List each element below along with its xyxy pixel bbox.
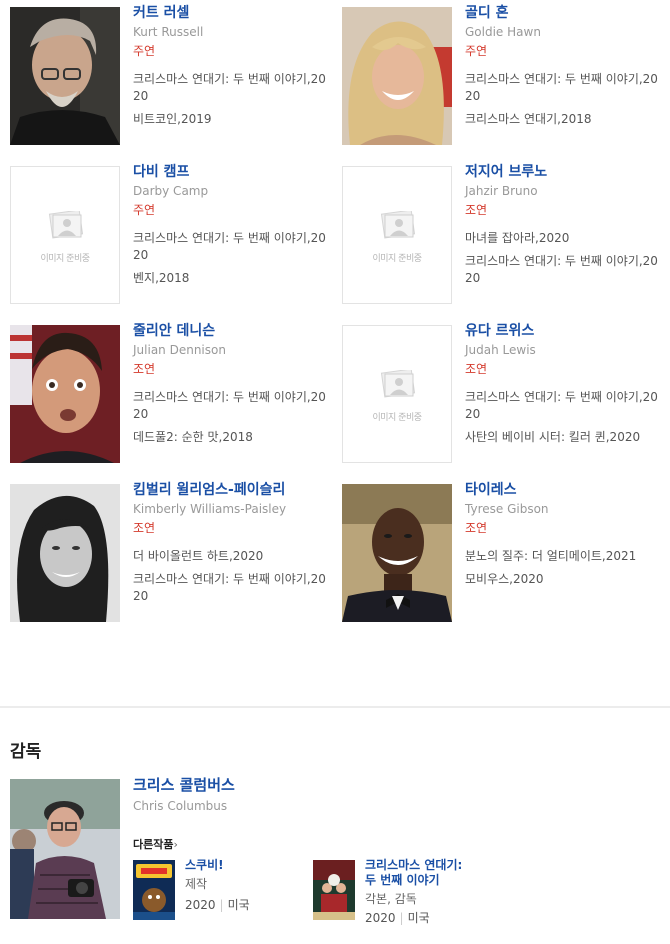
placeholder-text: 이미지 준비중: [372, 413, 422, 423]
actor-photo[interactable]: [342, 7, 452, 145]
separator: |: [399, 911, 404, 925]
section-divider: [0, 706, 670, 708]
film-country: 미국: [227, 898, 250, 912]
image-placeholder-icon: [380, 211, 416, 239]
actor-name[interactable]: 저지어 브루노: [465, 163, 660, 181]
film-poster[interactable]: [133, 860, 175, 920]
director-name[interactable]: 크리스 콜럼버스: [133, 776, 663, 794]
actor-name-english: Goldie Hawn: [465, 25, 541, 39]
actor-name-english: Tyrese Gibson: [465, 502, 549, 516]
actor-name[interactable]: 커트 러셀: [133, 4, 328, 22]
actor-role: 주연: [465, 44, 488, 58]
actor-photo[interactable]: [10, 484, 120, 622]
filmography-item[interactable]: 크리스마스 연대기: 두 번째 이야기,2020: [133, 230, 328, 264]
cast-card[interactable]: 줄리안 데니슨 Julian Dennison 조연 크리스마스 연대기: 두 …: [0, 318, 330, 463]
filmography-item[interactable]: 모비우스,2020: [465, 571, 660, 588]
cast-card[interactable]: 커트 러셀 Kurt Russell 주연 크리스마스 연대기: 두 번째 이야…: [0, 0, 330, 145]
actor-photo[interactable]: [342, 484, 452, 622]
cast-card[interactable]: 골디 혼 Goldie Hawn 주연 크리스마스 연대기: 두 번째 이야기,…: [332, 0, 662, 145]
actor-photo-placeholder[interactable]: 이미지 준비중: [342, 166, 452, 304]
actor-role: 주연: [133, 203, 156, 217]
filmography-item[interactable]: 크리스마스 연대기: 두 번째 이야기,2020: [465, 389, 660, 423]
film-role: 각본, 감독: [365, 892, 417, 906]
film-country: 미국: [407, 911, 430, 925]
more-works-label: 다른작품: [133, 838, 174, 851]
section-title: 감독: [10, 742, 42, 762]
cast-card[interactable]: 이미지 준비중 다비 캠프 Darby Camp 주연 크리스마스 연대기: 두…: [0, 159, 330, 304]
actor-photo[interactable]: [10, 7, 120, 145]
image-placeholder-icon: [48, 211, 84, 239]
film-title[interactable]: 크리스마스 연대기: 두 번째 이야기: [365, 858, 475, 888]
director-name-english: Chris Columbus: [133, 799, 228, 813]
actor-name[interactable]: 유다 르위스: [465, 322, 660, 340]
chevron-right-icon: ›: [173, 838, 178, 851]
actor-role: 조연: [465, 521, 488, 535]
actor-role: 주연: [133, 44, 156, 58]
actor-name[interactable]: 킴벌리 윌리엄스-페이슬리: [133, 481, 328, 499]
filmography-item[interactable]: 벤지,2018: [133, 270, 328, 287]
actor-name[interactable]: 줄리안 데니슨: [133, 322, 328, 340]
filmography-item[interactable]: 데드풀2: 순한 맛,2018: [133, 429, 328, 446]
actor-name[interactable]: 타이레스: [465, 481, 660, 499]
actor-name-english: Darby Camp: [133, 184, 209, 198]
filmography-item[interactable]: 마녀를 잡아라,2020: [465, 230, 660, 247]
cast-card[interactable]: 이미지 준비중 유다 르위스 Judah Lewis 조연 크리스마스 연대기:…: [332, 318, 662, 463]
filmography-item[interactable]: 크리스마스 연대기: 두 번째 이야기,2020: [133, 571, 328, 605]
film-year: 2020: [365, 911, 396, 925]
film-title[interactable]: 스쿠비!: [185, 858, 305, 873]
cast-card[interactable]: 타이레스 Tyrese Gibson 조연 분노의 질주: 더 얼티메이트,20…: [332, 477, 662, 622]
actor-role: 조연: [133, 362, 156, 376]
actor-role: 조연: [133, 521, 156, 535]
film-role: 제작: [185, 877, 208, 891]
filmography-item[interactable]: 크리스마스 연대기: 두 번째 이야기,2020: [465, 71, 660, 105]
placeholder-text: 이미지 준비중: [372, 254, 422, 264]
actor-role: 조연: [465, 203, 488, 217]
actor-name-english: Julian Dennison: [133, 343, 226, 357]
actor-photo-placeholder[interactable]: 이미지 준비중: [342, 325, 452, 463]
filmography-item[interactable]: 크리스마스 연대기: 두 번째 이야기,2020: [465, 253, 660, 287]
cast-card[interactable]: 킴벌리 윌리엄스-페이슬리 Kimberly Williams-Paisley …: [0, 477, 330, 622]
actor-name-english: Jahzir Bruno: [465, 184, 538, 198]
filmography-item[interactable]: 크리스마스 연대기: 두 번째 이야기,2020: [133, 71, 328, 105]
separator: |: [219, 898, 224, 912]
actor-name-english: Judah Lewis: [465, 343, 536, 357]
filmography-item[interactable]: 크리스마스 연대기,2018: [465, 111, 660, 128]
actor-name[interactable]: 골디 혼: [465, 4, 660, 22]
filmography-item[interactable]: 크리스마스 연대기: 두 번째 이야기,2020: [133, 389, 328, 423]
actor-role: 조연: [465, 362, 488, 376]
cast-card[interactable]: 이미지 준비중 저지어 브루노 Jahzir Bruno 조연 마녀를 잡아라,…: [332, 159, 662, 304]
image-placeholder-icon: [380, 370, 416, 398]
more-works-link[interactable]: 다른작품›: [133, 836, 178, 852]
director-photo[interactable]: [10, 779, 120, 919]
actor-name-english: Kurt Russell: [133, 25, 204, 39]
filmography-item[interactable]: 비트코인,2019: [133, 111, 328, 128]
actor-photo-placeholder[interactable]: 이미지 준비중: [10, 166, 120, 304]
filmography-item[interactable]: 분노의 질주: 더 얼티메이트,2021: [465, 548, 660, 565]
film-year: 2020: [185, 898, 216, 912]
film-poster[interactable]: [313, 860, 355, 920]
filmography-item[interactable]: 사탄의 베이비 시터: 킬러 퀸,2020: [465, 429, 660, 446]
placeholder-text: 이미지 준비중: [40, 254, 90, 264]
actor-name[interactable]: 다비 캠프: [133, 163, 328, 181]
filmography-item[interactable]: 더 바이올런트 하트,2020: [133, 548, 328, 565]
actor-photo[interactable]: [10, 325, 120, 463]
actor-name-english: Kimberly Williams-Paisley: [133, 502, 287, 516]
